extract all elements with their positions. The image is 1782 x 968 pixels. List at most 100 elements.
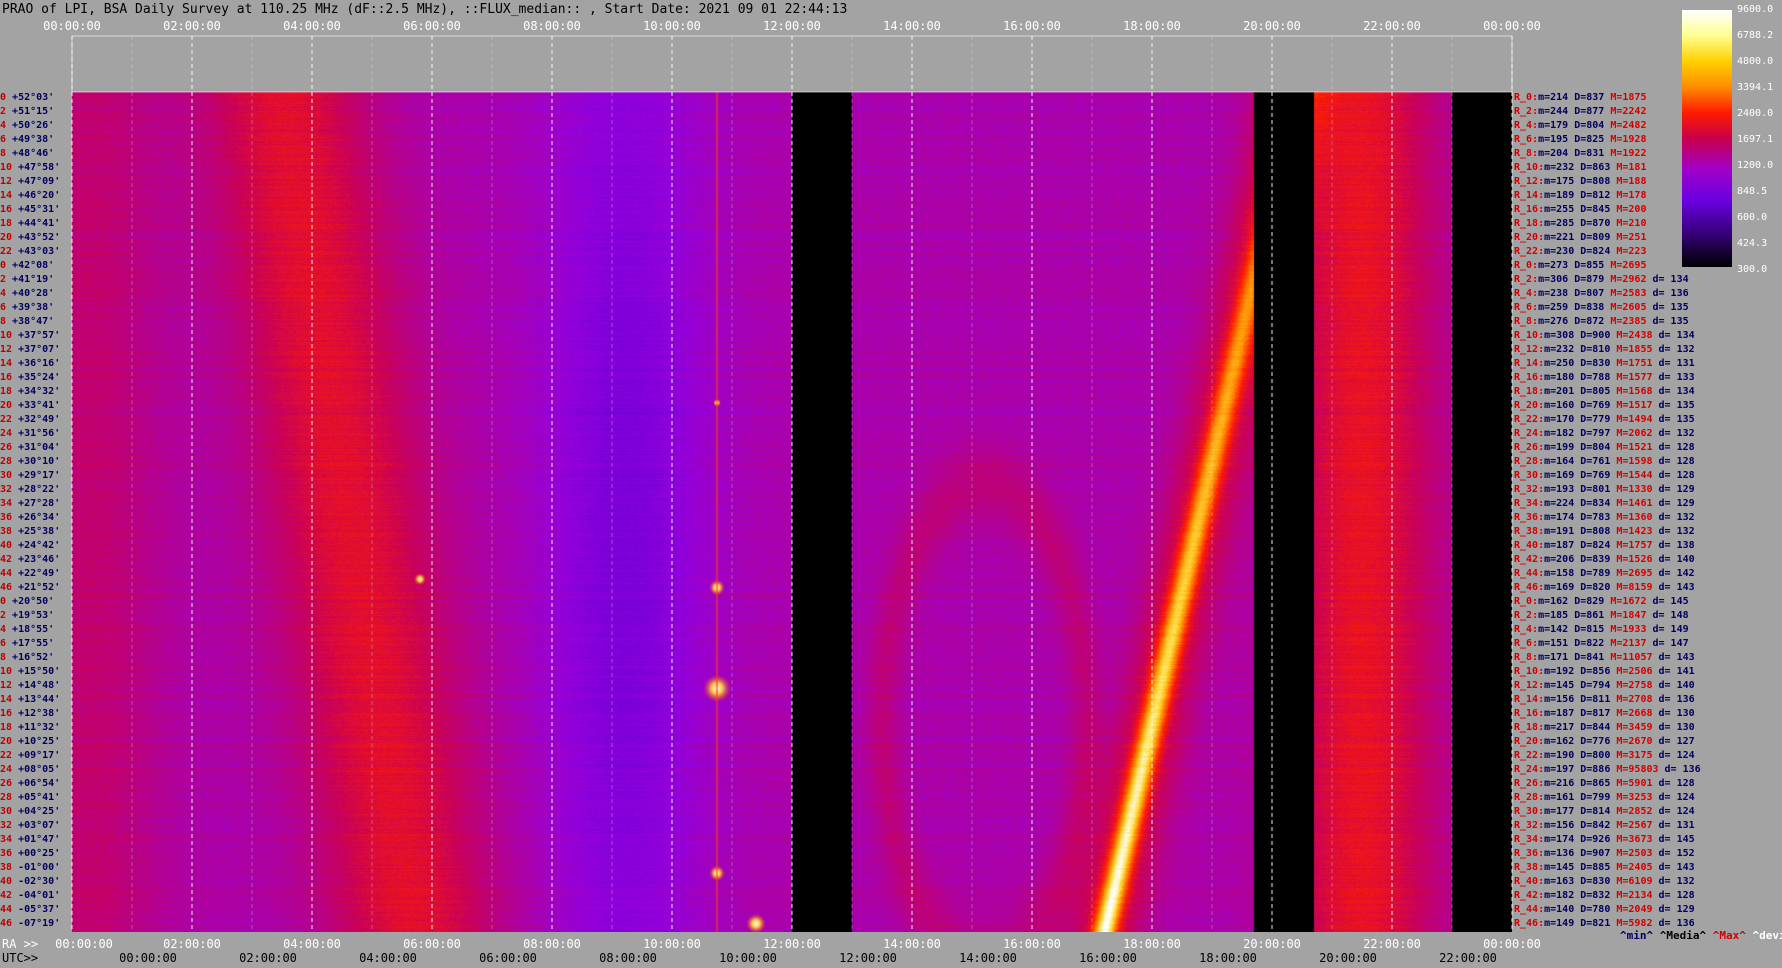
dec-row-label: 0 +20°50' bbox=[0, 596, 55, 607]
row-stat: R_22:m=190 D=800 M=3175 d= 124 bbox=[1514, 750, 1695, 761]
survey-heatmap[interactable] bbox=[72, 92, 1512, 932]
dec-row-label: 12 +14°48' bbox=[0, 680, 61, 691]
row-stat: R_38:m=145 D=885 M=2405 d= 143 bbox=[1514, 862, 1695, 873]
row-stat: R_16:m=187 D=817 M=2668 d= 130 bbox=[1514, 708, 1695, 719]
colorbar-tick-label: 424.3 bbox=[1737, 238, 1768, 249]
utc-tick-label: 22:00:00 bbox=[1439, 951, 1497, 965]
row-stat: R_38:m=191 D=808 M=1423 d= 132 bbox=[1514, 526, 1695, 537]
row-stat: R_20:m=160 D=769 M=1517 d= 135 bbox=[1514, 400, 1695, 411]
row-stat: R_30:m=169 D=769 M=1544 d= 128 bbox=[1514, 470, 1695, 481]
ra-tick-label: 16:00:00 bbox=[1003, 937, 1061, 951]
top-tick-label: 12:00:00 bbox=[763, 19, 821, 33]
row-stat: R_42:m=182 D=832 M=2134 d= 128 bbox=[1514, 890, 1695, 901]
dec-row-label: 4 +40°28' bbox=[0, 288, 55, 299]
dec-row-label: 32 +03°07' bbox=[0, 820, 61, 831]
top-tick-label: 06:00:00 bbox=[403, 19, 461, 33]
dec-row-label: 14 +46°20' bbox=[0, 190, 61, 201]
ra-tick-label: 00:00:00 bbox=[55, 937, 113, 951]
dec-row-label: 44 -05°37' bbox=[0, 904, 61, 915]
chart-title: PRAO of LPI, BSA Daily Survey at 110.25 … bbox=[2, 2, 848, 17]
top-tick-label: 20:00:00 bbox=[1243, 19, 1301, 33]
colorbar-tick-label: 9600.0 bbox=[1737, 4, 1774, 15]
top-tick-label: 02:00:00 bbox=[163, 19, 221, 33]
row-stat: R_26:m=199 D=804 M=1521 d= 128 bbox=[1514, 442, 1695, 453]
row-stat: R_14:m=189 D=812 M=178 bbox=[1514, 190, 1647, 201]
ra-tick-label: 22:00:00 bbox=[1363, 937, 1421, 951]
dec-row-label: 12 +47°09' bbox=[0, 176, 61, 187]
dec-row-label: 8 +38°47' bbox=[0, 316, 55, 327]
row-stat: R_32:m=156 D=842 M=2567 d= 131 bbox=[1514, 820, 1695, 831]
utc-tick-label: 20:00:00 bbox=[1319, 951, 1377, 965]
top-tick-label: 18:00:00 bbox=[1123, 19, 1181, 33]
dec-row-label: 42 +23°46' bbox=[0, 554, 61, 565]
ra-tick-label: 04:00:00 bbox=[283, 937, 341, 951]
dec-row-label: 22 +09°17' bbox=[0, 750, 61, 761]
ra-tick-label: 18:00:00 bbox=[1123, 937, 1181, 951]
utc-tick-label: 08:00:00 bbox=[599, 951, 657, 965]
colorbar-tick-label: 848.5 bbox=[1737, 186, 1768, 197]
dec-row-label: 24 +08°05' bbox=[0, 764, 61, 775]
header-frame bbox=[71, 35, 1513, 93]
top-tick-label: 00:00:00 bbox=[43, 19, 101, 33]
dec-row-label: 40 -02°30' bbox=[0, 876, 61, 887]
dec-row-label: 16 +35°24' bbox=[0, 372, 61, 383]
colorbar-tick-label: 300.0 bbox=[1737, 264, 1768, 275]
row-stat: R_16:m=255 D=845 M=200 bbox=[1514, 204, 1647, 215]
legend-max: ^Max^ bbox=[1712, 929, 1746, 942]
dec-row-label: 36 +00°25' bbox=[0, 848, 61, 859]
row-stat: R_20:m=162 D=776 M=2670 d= 127 bbox=[1514, 736, 1695, 747]
top-tick-label: 14:00:00 bbox=[883, 19, 941, 33]
row-stat: R_26:m=216 D=865 M=5901 d= 128 bbox=[1514, 778, 1695, 789]
row-stat: R_4:m=142 D=815 M=1933 d= 149 bbox=[1514, 624, 1689, 635]
utc-tick-label: 02:00:00 bbox=[239, 951, 297, 965]
ra-tick-label: 08:00:00 bbox=[523, 937, 581, 951]
colorbar-tick-label: 1697.1 bbox=[1737, 134, 1774, 145]
dec-row-label: 8 +16°52' bbox=[0, 652, 55, 663]
dec-row-label: 0 +52°03' bbox=[0, 92, 55, 103]
row-stat: R_4:m=179 D=804 M=2482 bbox=[1514, 120, 1647, 131]
dec-row-label: 18 +11°32' bbox=[0, 722, 61, 733]
dec-row-label: 18 +34°32' bbox=[0, 386, 61, 397]
dec-row-label: 16 +45°31' bbox=[0, 204, 61, 215]
dec-row-label: 30 +29°17' bbox=[0, 470, 61, 481]
dec-row-label: 8 +48°46' bbox=[0, 148, 55, 159]
row-stat: R_0:m=162 D=829 M=1672 d= 145 bbox=[1514, 596, 1689, 607]
row-stat: R_36:m=174 D=783 M=1360 d= 132 bbox=[1514, 512, 1695, 523]
row-stat: R_42:m=206 D=839 M=1526 d= 140 bbox=[1514, 554, 1695, 565]
dec-row-label: 4 +18°55' bbox=[0, 624, 55, 635]
dec-row-label: 40 +24°42' bbox=[0, 540, 61, 551]
dec-row-label: 10 +37°57' bbox=[0, 330, 61, 341]
row-stat: R_24:m=182 D=797 M=2062 d= 132 bbox=[1514, 428, 1695, 439]
utc-tick-label: 10:00:00 bbox=[719, 951, 777, 965]
dec-row-label: 28 +05°41' bbox=[0, 792, 61, 803]
row-stat: R_12:m=232 D=810 M=1855 d= 132 bbox=[1514, 344, 1695, 355]
colorbar-tick-label: 600.0 bbox=[1737, 212, 1768, 223]
dec-row-label: 44 +22°49' bbox=[0, 568, 61, 579]
colorbar-tick-label: 6788.2 bbox=[1737, 30, 1774, 41]
ra-tick-label: 20:00:00 bbox=[1243, 937, 1301, 951]
row-stat: R_16:m=180 D=788 M=1577 d= 133 bbox=[1514, 372, 1695, 383]
dec-row-label: 10 +47°58' bbox=[0, 162, 61, 173]
row-stat: R_14:m=156 D=811 M=2708 d= 136 bbox=[1514, 694, 1695, 705]
row-stat: R_36:m=136 D=907 M=2503 d= 152 bbox=[1514, 848, 1695, 859]
colorbar bbox=[1682, 10, 1732, 267]
row-stat: R_28:m=161 D=799 M=3253 d= 124 bbox=[1514, 792, 1695, 803]
ra-axis-prefix: RA >> bbox=[2, 937, 39, 951]
row-stat: R_24:m=197 D=886 M=95803 d= 136 bbox=[1514, 764, 1701, 775]
dec-row-label: 24 +31°56' bbox=[0, 428, 61, 439]
dec-row-label: 22 +32°49' bbox=[0, 414, 61, 425]
legend-dev: ^devia^ bbox=[1752, 929, 1782, 942]
dec-row-label: 20 +33°41' bbox=[0, 400, 61, 411]
ra-tick-label: 12:00:00 bbox=[763, 937, 821, 951]
top-tick-label: 10:00:00 bbox=[643, 19, 701, 33]
row-stat: R_40:m=187 D=824 M=1757 d= 138 bbox=[1514, 540, 1695, 551]
row-stat: R_34:m=224 D=834 M=1461 d= 129 bbox=[1514, 498, 1695, 509]
dec-row-label: 14 +36°16' bbox=[0, 358, 61, 369]
dec-row-label: 36 +26°34' bbox=[0, 512, 61, 523]
dec-row-label: 28 +30°10' bbox=[0, 456, 61, 467]
row-stat: R_6:m=195 D=825 M=1928 bbox=[1514, 134, 1647, 145]
dec-row-label: 46 +21°52' bbox=[0, 582, 61, 593]
row-stat: R_44:m=158 D=789 M=2695 d= 142 bbox=[1514, 568, 1695, 579]
row-stat: R_10:m=308 D=900 M=2438 d= 134 bbox=[1514, 330, 1695, 341]
row-stat: R_18:m=285 D=870 M=210 bbox=[1514, 218, 1647, 229]
